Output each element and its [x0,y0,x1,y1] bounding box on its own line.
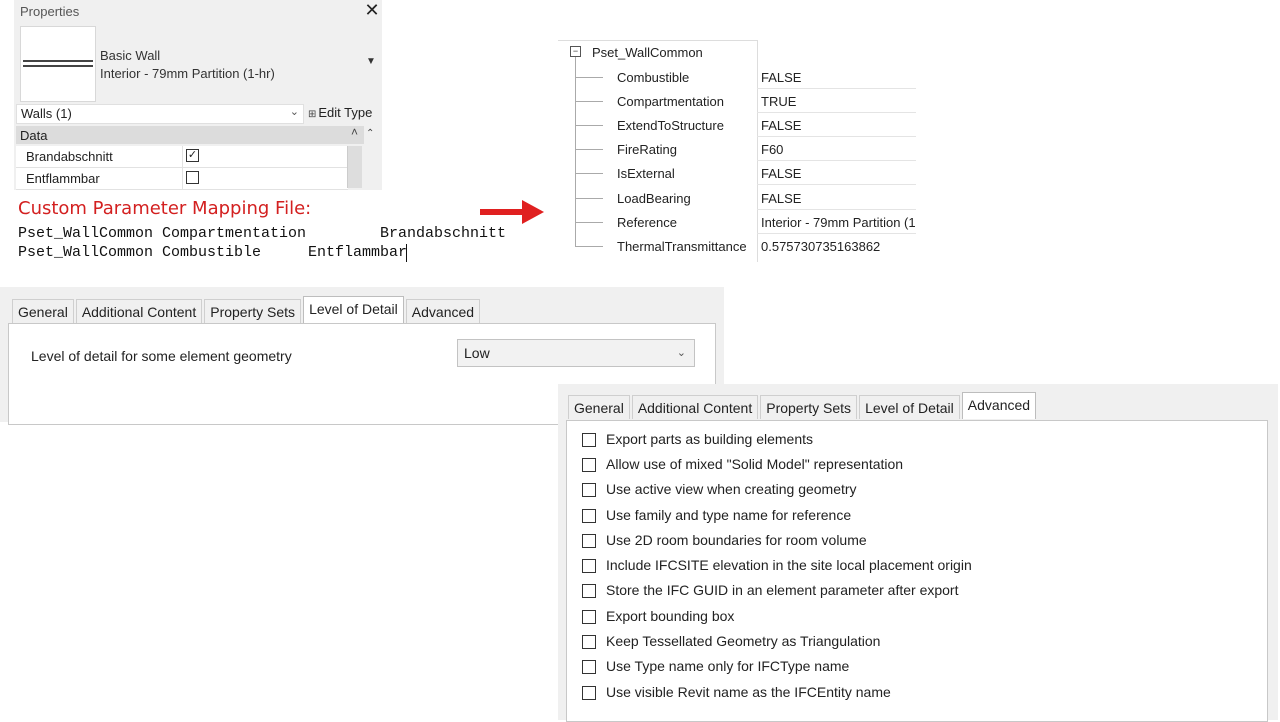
properties-title: Properties [20,4,80,19]
chevron-down-icon: ⌄ [676,347,686,359]
checkbox[interactable] [582,483,596,497]
scrollbar[interactable] [347,146,362,188]
checkbox[interactable] [582,509,596,523]
option-label: Include IFCSITE elevation in the site lo… [606,557,972,573]
property-value: TRUE [761,94,797,109]
property-row: Combustible FALSE [558,65,916,89]
properties-panel: Properties ✕ Basic Wall Interior - 79mm … [14,0,382,190]
advanced-panel: Export parts as building elements Allow … [566,420,1268,722]
instance-filter-label: Walls (1) [21,106,72,121]
checkbox[interactable] [582,635,596,649]
property-name: LoadBearing [617,191,691,206]
type-selector-dropdown-icon[interactable]: ▼ [366,56,376,67]
property-row: Reference Interior - 79mm Partition (1-hr… [558,210,916,234]
property-set-tree: − Pset_WallCommon Combustible FALSE Compa… [558,40,916,262]
option-label: Export bounding box [606,608,735,624]
tab-additional-content[interactable]: Additional Content [75,299,203,323]
parameter-row-entflammbar: Entflammbar [16,168,348,190]
option-label: Use Type name only for IFCType name [606,658,850,674]
property-name: ThermalTransmittance [617,239,747,254]
ifc-export-dialog-advanced: General Additional Content Property Sets… [558,384,1278,722]
checkbox[interactable] [582,458,596,472]
property-name: ExtendToStructure [617,118,724,133]
parameter-checkbox[interactable] [186,171,199,184]
option-label: Use active view when creating geometry [606,481,857,497]
checkbox[interactable] [582,660,596,674]
parameter-row-brandabschnitt: Brandabschnitt ✓ [16,146,348,168]
arrow-head-icon [522,200,544,224]
mapping-line-2-source: Pset_WallCommon Combustible [18,244,262,261]
tab-property-sets[interactable]: Property Sets [204,299,302,323]
mapping-line-1-target: Brandabschnitt [380,225,507,242]
tab-level-of-detail[interactable]: Level of Detail [303,296,404,323]
property-value: 0.575730735163862 [761,239,881,254]
property-name: FireRating [617,142,677,157]
wall-type-preview-image [20,26,96,102]
parameter-name: Entflammbar [26,171,100,186]
property-row: Compartmentation TRUE [558,89,916,113]
group-header-label: Data [20,128,48,143]
lod-label: Level of detail for some element geometr… [31,348,292,364]
parameter-checkbox-checked[interactable]: ✓ [186,149,199,162]
property-row: FireRating F60 [558,137,916,161]
property-name: Reference [617,215,677,230]
tab-general[interactable]: General [568,395,630,419]
option-label: Use visible Revit name as the IFCEntity … [606,684,891,700]
family-name: Basic Wall [100,48,161,63]
property-value: FALSE [761,166,802,181]
chevron-down-icon: ⌄ [289,106,299,118]
property-name: Compartmentation [617,94,724,109]
property-set-title: Pset_WallCommon [592,45,703,60]
option-label: Use family and type name for reference [606,507,852,523]
close-icon[interactable]: ✕ [362,0,382,21]
scroll-up-icon[interactable]: ⌃ [366,128,374,139]
tab-bar: General Additional Content Property Sets… [12,296,482,323]
type-name: Interior - 79mm Partition (1-hr) [100,66,275,81]
property-name: Combustible [617,70,690,85]
arrow-right-icon [480,209,524,215]
mapping-file-title: Custom Parameter Mapping File: [18,198,312,219]
mapping-line-1-source: Pset_WallCommon Compartmentation [18,225,307,242]
checkbox[interactable] [582,686,596,700]
checkbox[interactable] [582,433,596,447]
option-label: Keep Tessellated Geometry as Triangulati… [606,633,881,649]
instance-filter-dropdown[interactable]: Walls (1) ⌄ [16,104,304,124]
option-label: Use 2D room boundaries for room volume [606,532,867,548]
group-collapse-icon: ˄ [350,125,358,139]
lod-selected-value: Low [464,345,490,361]
property-row: ThermalTransmittance 0.575730735163862 [558,234,916,258]
tab-level-of-detail[interactable]: Level of Detail [859,395,960,419]
checkbox[interactable] [582,534,596,548]
lod-dropdown[interactable]: Low ⌄ [457,339,695,367]
option-label: Store the IFC GUID in an element paramet… [606,582,959,598]
edit-type-button[interactable]: ⊞ Edit Type [308,105,372,120]
tab-advanced[interactable]: Advanced [405,299,481,323]
property-value: Interior - 79mm Partition (1-hr) [761,215,915,230]
property-row: ExtendToStructure FALSE [558,113,916,137]
property-row: IsExternal FALSE [558,161,916,185]
checkbox[interactable] [582,559,596,573]
property-value: FALSE [761,191,802,206]
property-value: FALSE [761,118,802,133]
property-value: F60 [761,142,784,157]
option-label: Allow use of mixed "Solid Model" represe… [606,456,904,472]
property-row: LoadBearing FALSE [558,186,916,210]
collapse-icon[interactable]: − [570,46,581,57]
tab-property-sets[interactable]: Property Sets [760,395,858,419]
edit-type-label: Edit Type [318,105,373,120]
property-value: FALSE [761,70,802,85]
tab-advanced[interactable]: Advanced [961,392,1037,419]
mapping-line-2-target: Entflammbar [308,244,408,261]
group-header-data[interactable]: Data ˄ [16,125,364,144]
edit-type-icon: ⊞ [308,109,317,120]
tab-general[interactable]: General [12,299,74,323]
checkbox[interactable] [582,610,596,624]
checkbox[interactable] [582,584,596,598]
parameter-name: Brandabschnitt [26,149,113,164]
tab-additional-content[interactable]: Additional Content [631,395,759,419]
option-label: Export parts as building elements [606,431,813,447]
text-cursor [406,244,407,262]
tab-bar: General Additional Content Property Sets… [568,392,1038,419]
property-name: IsExternal [617,166,675,181]
